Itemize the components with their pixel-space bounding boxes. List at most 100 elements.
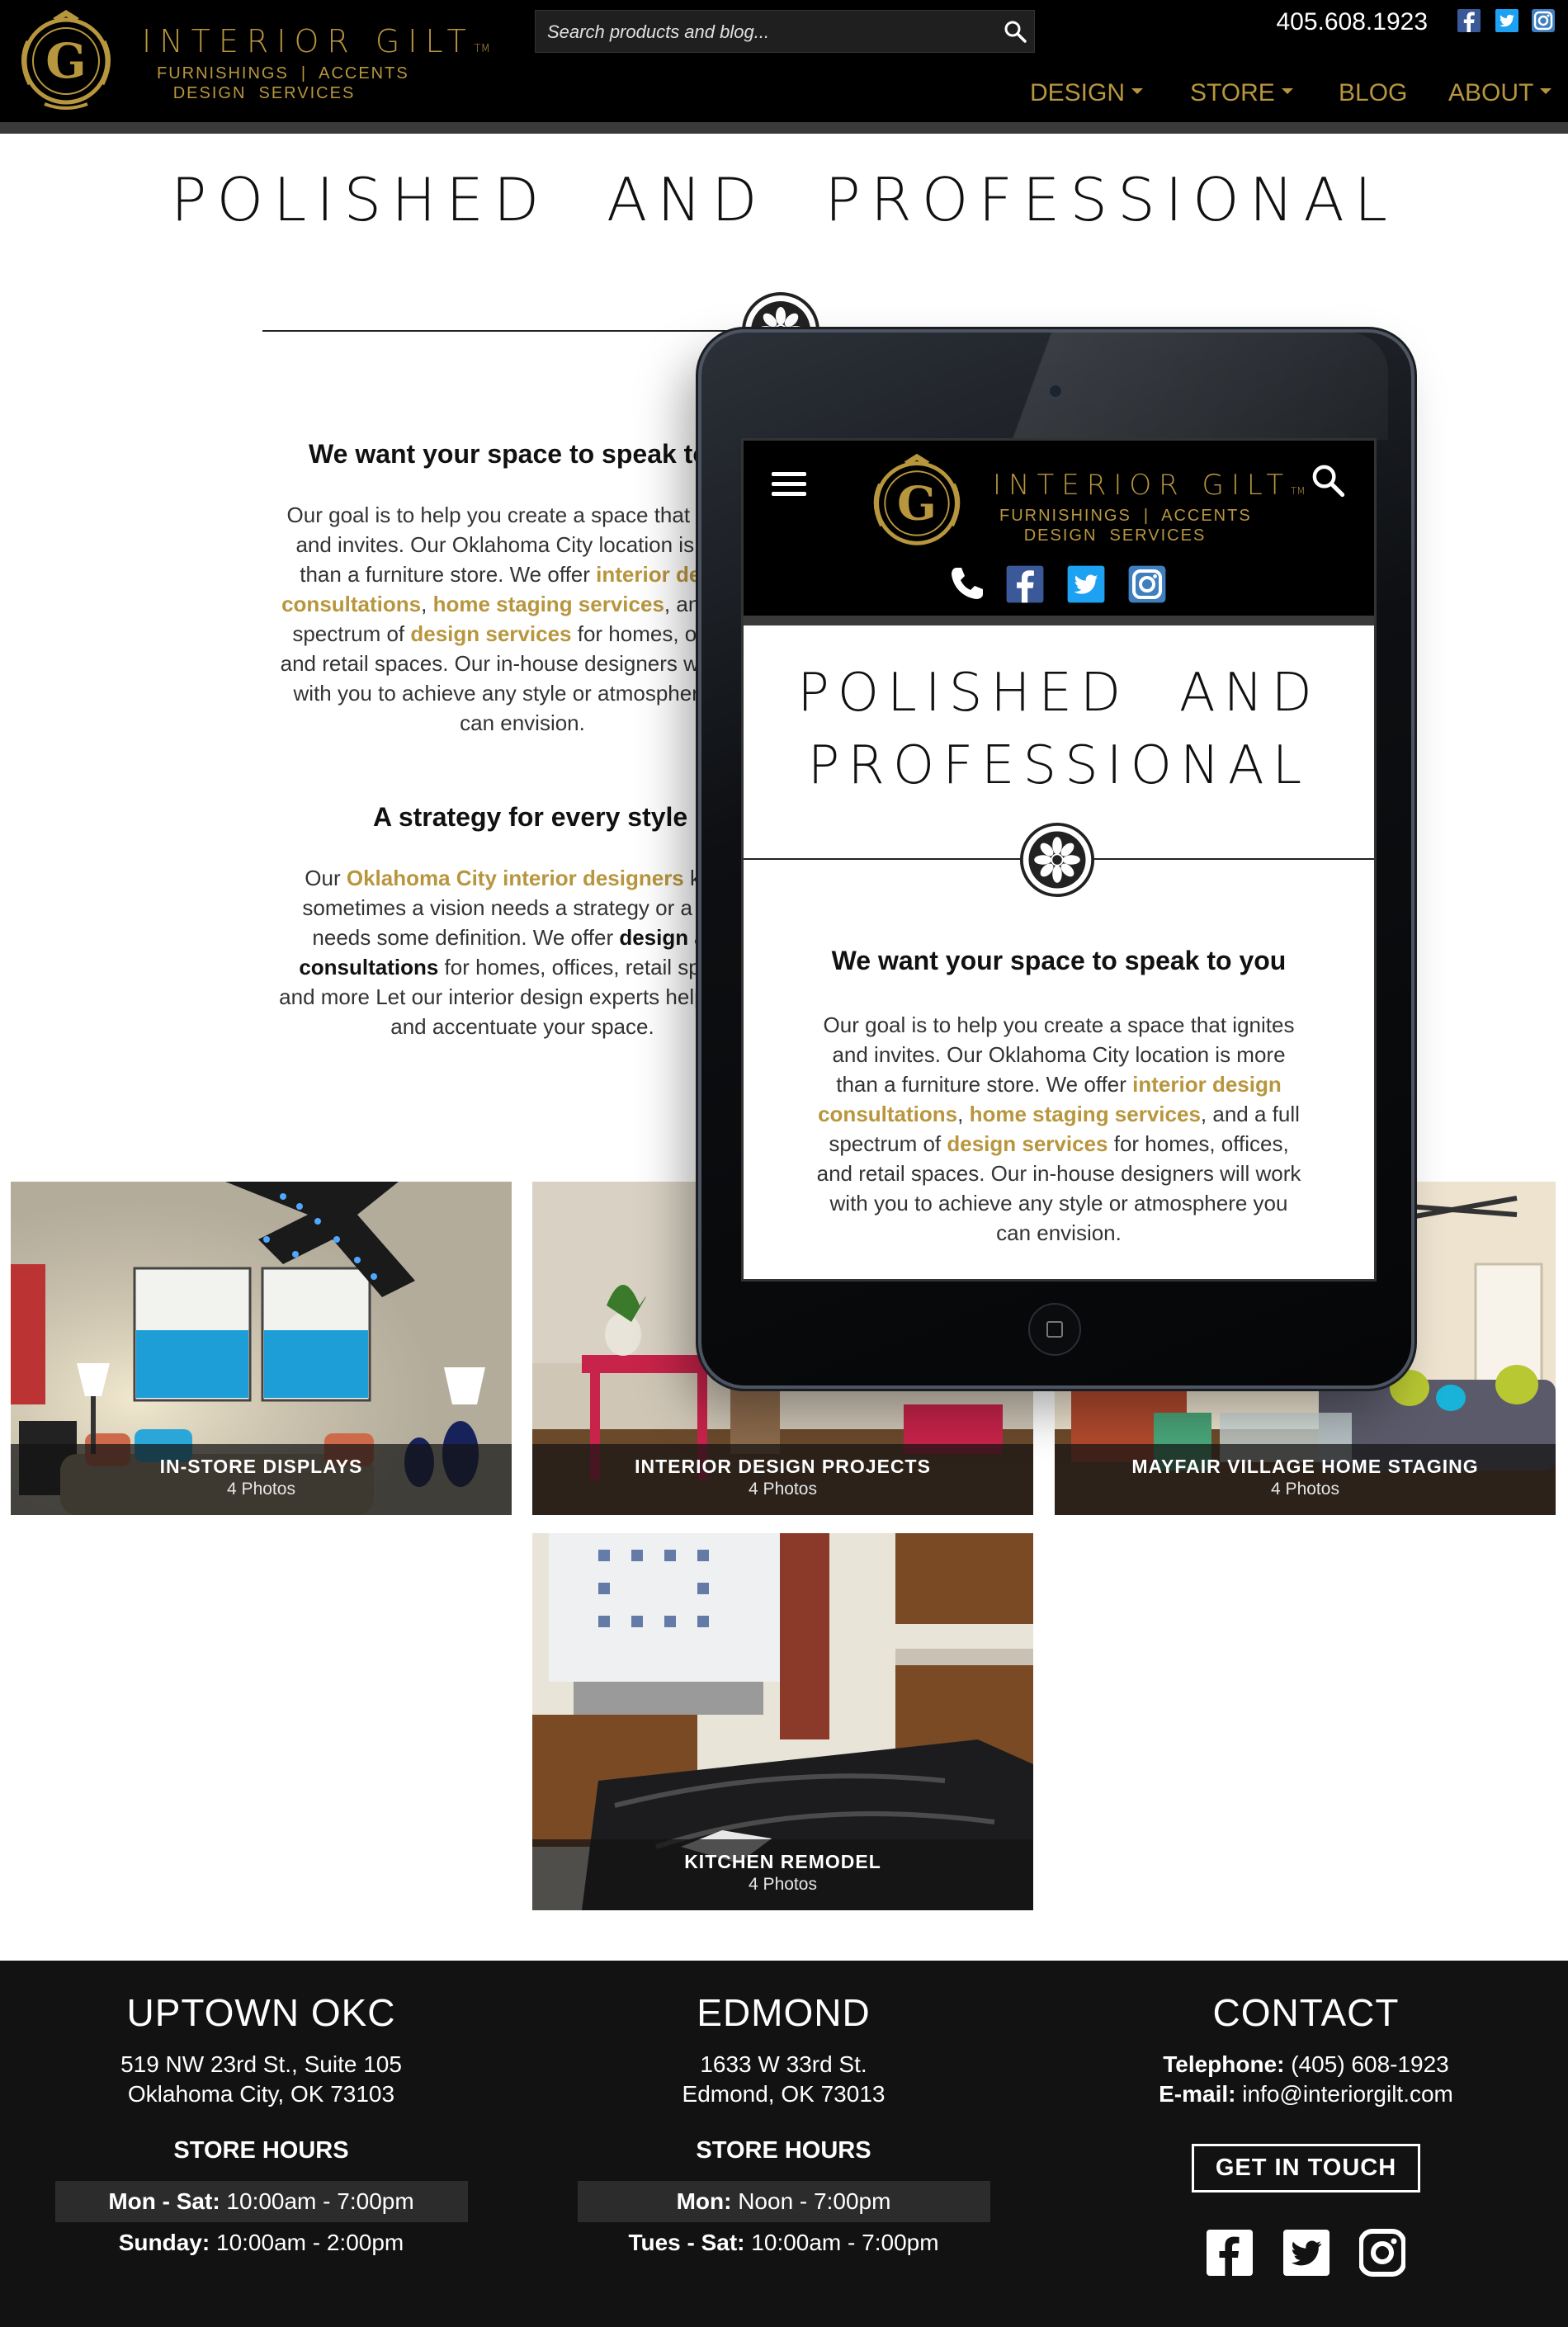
hours-row: Sunday: 10:00am - 2:00pm — [55, 2222, 468, 2263]
site-footer: UPTOWN OKC 519 NW 23rd St., Suite 105 Ok… — [0, 1961, 1568, 2327]
tile-caption: IN-STORE DISPLAYS 4 Photos — [11, 1444, 512, 1515]
link-home-staging[interactable]: home staging services — [433, 592, 664, 616]
tablet-glare — [1008, 333, 1388, 440]
brand-tagline-1: FURNISHINGS | ACCENTS — [157, 64, 409, 83]
footer-edmond: EDMOND 1633 W 33rd St. Edmond, OK 73013 … — [522, 1961, 1045, 2263]
hamburger-menu-icon[interactable] — [772, 472, 806, 497]
tablet-screen: G INTERIOR GILTTM FURNISHINGS | ACCENTS … — [741, 438, 1377, 1282]
nav-store[interactable]: STORE — [1190, 79, 1293, 107]
search-box — [535, 10, 1035, 54]
mobile-search-icon[interactable] — [1310, 462, 1346, 498]
brand-name-text: INTERIOR GILT — [993, 469, 1291, 502]
text-run: Our — [305, 866, 347, 890]
mobile-page-title: POLISHED AND PROFESSIONAL — [744, 657, 1374, 802]
store-hours-list: Mon - Sat: 10:00am - 7:00pm Sunday: 10:0… — [54, 2181, 468, 2263]
tile-caption: KITCHEN REMODEL 4 Photos — [532, 1839, 1033, 1910]
svg-text:G: G — [45, 33, 87, 89]
footer-address-line-2: Edmond, OK 73013 — [682, 2081, 886, 2107]
tile-title: INTERIOR DESIGN PROJECTS — [635, 1456, 931, 1477]
telephone-value: (405) 608-1923 — [1284, 2051, 1449, 2077]
text-run: , — [957, 1102, 970, 1126]
mobile-header-bar — [744, 616, 1374, 625]
tile-title: MAYFAIR VILLAGE HOME STAGING — [1131, 1456, 1479, 1477]
instagram-icon[interactable] — [1532, 8, 1555, 33]
home-button-icon[interactable] — [1028, 1303, 1081, 1356]
footer-address-line-1: 1633 W 33rd St. — [700, 2051, 867, 2077]
chevron-down-icon — [1540, 87, 1552, 94]
page-title: POLISHED AND PROFESSIONAL — [171, 165, 1397, 234]
mobile-brand-tagline-1: FURNISHINGS | ACCENTS — [999, 507, 1252, 525]
footer-social-links — [1045, 2229, 1567, 2277]
twitter-icon[interactable] — [1495, 8, 1518, 33]
footer-address-line-1: 519 NW 23rd St., Suite 105 — [120, 2051, 402, 2077]
nav-blog-label: BLOG — [1339, 79, 1408, 106]
mobile-instagram-icon[interactable] — [1128, 564, 1166, 604]
hours-label: Sunday: — [118, 2230, 210, 2255]
tile-caption: MAYFAIR VILLAGE HOME STAGING 4 Photos — [1055, 1444, 1556, 1515]
header-accent-bar — [0, 122, 1568, 134]
link-home-staging[interactable]: home staging services — [970, 1102, 1201, 1126]
hours-value: 10:00am - 7:00pm — [220, 2188, 414, 2214]
hours-row: Mon - Sat: 10:00am - 7:00pm — [54, 2181, 468, 2222]
facebook-icon[interactable] — [1207, 2229, 1254, 2277]
search-icon[interactable] — [1003, 19, 1027, 44]
trademark: TM — [1290, 485, 1306, 497]
nav-blog[interactable]: BLOG — [1339, 79, 1407, 107]
tile-count: 4 Photos — [749, 1875, 817, 1894]
gallery-tile-kitchen-remodel[interactable]: KITCHEN REMODEL 4 Photos — [532, 1533, 1033, 1910]
brand-name[interactable]: INTERIOR GILTTM — [142, 23, 490, 59]
brand-name-text: INTERIOR GILT — [142, 23, 475, 59]
hours-label: Mon - Sat: — [108, 2188, 220, 2214]
facebook-icon[interactable] — [1457, 8, 1481, 33]
section1-paragraph: Our goal is to help you create a space t… — [279, 500, 766, 738]
tile-count: 4 Photos — [749, 1480, 817, 1499]
get-in-touch-button[interactable]: GET IN TOUCH — [1191, 2144, 1421, 2192]
mobile-logo-emblem-icon[interactable]: G — [862, 452, 971, 551]
footer-hours-title: STORE HOURS — [696, 2137, 871, 2164]
gallery-tile-in-store-displays[interactable]: IN-STORE DISPLAYS 4 Photos — [11, 1182, 512, 1515]
mobile-facebook-icon[interactable] — [1006, 564, 1044, 604]
nav-store-label: STORE — [1190, 79, 1275, 106]
link-okc-interior-designers[interactable]: Oklahoma City interior designers — [347, 866, 684, 890]
nav-design[interactable]: DESIGN — [1030, 79, 1144, 107]
store-hours-list: Mon: Noon - 7:00pm Tues - Sat: 10:00am -… — [577, 2181, 990, 2263]
tile-title: KITCHEN REMODEL — [684, 1851, 881, 1872]
hours-label: Tues - Sat: — [628, 2230, 745, 2255]
hours-row: Mon: Noon - 7:00pm — [577, 2181, 990, 2222]
header-phone[interactable]: 405.608.1923 — [1238, 8, 1428, 36]
section2-paragraph: Our Oklahoma City interior designers kno… — [279, 863, 766, 1041]
link-design-services[interactable]: design services — [947, 1131, 1108, 1156]
brand-tagline-2: DESIGN SERVICES — [172, 84, 356, 102]
footer-email[interactable]: E-mail: info@interiorgilt.com — [1045, 2079, 1567, 2109]
mobile-brand-tagline-2: DESIGN SERVICES — [1023, 526, 1207, 545]
main-nav: DESIGN STORE BLOG ABOUT — [1015, 79, 1568, 112]
footer-hours-title: STORE HOURS — [173, 2137, 349, 2164]
mobile-twitter-icon[interactable] — [1067, 564, 1105, 604]
tile-caption: INTERIOR DESIGN PROJECTS 4 Photos — [532, 1444, 1033, 1515]
hours-value: 10:00am - 2:00pm — [210, 2230, 404, 2255]
footer-telephone[interactable]: Telephone: (405) 608-1923 — [1045, 2050, 1567, 2079]
hours-value: 10:00am - 7:00pm — [744, 2230, 939, 2255]
nav-about[interactable]: ABOUT — [1448, 79, 1552, 107]
footer-col-title: EDMOND — [697, 1991, 871, 2034]
link-design-services[interactable]: design services — [410, 621, 571, 646]
hours-value: Noon - 7:00pm — [731, 2188, 891, 2214]
mobile-brand-name[interactable]: INTERIOR GILTTM — [993, 469, 1306, 502]
section1-heading: We want your space to speak to you — [309, 439, 763, 469]
phone-icon[interactable] — [948, 564, 986, 602]
search-input[interactable] — [545, 11, 994, 54]
camera-icon — [1048, 384, 1063, 399]
chevron-down-icon — [1281, 87, 1293, 94]
instagram-icon[interactable] — [1358, 2229, 1405, 2277]
email-label: E-mail: — [1159, 2081, 1236, 2107]
site-header: G INTERIOR GILTTM FURNISHINGS | ACCENTS … — [0, 0, 1568, 122]
twitter-icon[interactable] — [1282, 2229, 1329, 2277]
nav-about-label: ABOUT — [1448, 79, 1534, 106]
chevron-down-icon — [1131, 87, 1144, 94]
logo-emblem-icon[interactable]: G — [12, 8, 120, 111]
hours-label: Mon: — [676, 2188, 732, 2214]
tile-count: 4 Photos — [1271, 1480, 1339, 1499]
footer-address-line-2: Oklahoma City, OK 73103 — [127, 2081, 395, 2107]
footer-uptown-okc: UPTOWN OKC 519 NW 23rd St., Suite 105 Ok… — [0, 1961, 522, 2263]
mobile-title-line-2: PROFESSIONAL — [807, 735, 1311, 796]
